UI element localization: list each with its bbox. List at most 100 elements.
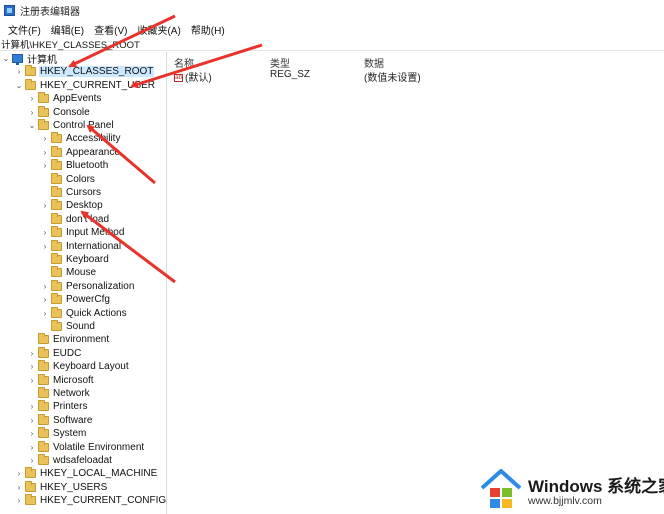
- tree-item-label: Sound: [66, 321, 95, 332]
- chevron-right-icon[interactable]: ›: [28, 414, 36, 427]
- column-header-data[interactable]: 数据: [364, 55, 384, 70]
- tree-item[interactable]: Network: [28, 387, 91, 400]
- chevron-right-icon[interactable]: ›: [28, 106, 36, 119]
- chevron-down-icon[interactable]: ⌄: [28, 119, 36, 132]
- tree-item[interactable]: › EUDC: [28, 346, 82, 360]
- tree-item[interactable]: Colors: [41, 172, 96, 186]
- folder-icon: [51, 132, 62, 144]
- tree-item-label: Control Panel: [53, 120, 114, 131]
- menu-favorites[interactable]: 收藏夹(A): [132, 22, 185, 37]
- folder-icon: [38, 373, 49, 385]
- tree-item-label: Cursors: [66, 187, 102, 198]
- chevron-right-icon[interactable]: ›: [15, 65, 23, 78]
- tree-item[interactable]: › HKEY_LOCAL_MACHINE: [15, 467, 158, 480]
- tree-item[interactable]: ⌄ Control Panel: [28, 119, 115, 132]
- chevron-right-icon[interactable]: ›: [15, 481, 23, 494]
- chevron-right-icon[interactable]: ›: [41, 146, 49, 159]
- tree-item[interactable]: › Appearance: [41, 145, 121, 159]
- window-title: 注册表编辑器: [20, 6, 80, 18]
- chevron-right-icon[interactable]: ›: [28, 454, 36, 467]
- chevron-right-icon[interactable]: ›: [28, 427, 36, 440]
- tree-item[interactable]: › HKEY_CURRENT_CONFIG: [15, 494, 166, 507]
- title-bar: 注册表编辑器: [0, 0, 664, 20]
- chevron-right-icon[interactable]: ›: [15, 467, 23, 480]
- chevron-right-icon[interactable]: ›: [41, 199, 49, 212]
- tree-item[interactable]: › Volatile Environment: [28, 440, 145, 454]
- menu-edit[interactable]: 编辑(E): [46, 22, 89, 37]
- folder-icon: [51, 279, 62, 291]
- chevron-right-icon[interactable]: ›: [15, 494, 23, 507]
- tree-item-label: PowerCfg: [66, 294, 110, 306]
- chevron-down-icon[interactable]: ⌄: [2, 52, 10, 65]
- tree-item[interactable]: › Accessibility: [41, 132, 121, 145]
- chevron-right-icon[interactable]: ›: [28, 92, 36, 105]
- tree-item[interactable]: Environment: [28, 333, 110, 346]
- tree-item[interactable]: › HKEY_CLASSES_ROOT: [15, 65, 155, 78]
- tree-item[interactable]: Keyboard: [41, 253, 110, 266]
- folder-icon: [51, 239, 62, 251]
- address-path[interactable]: 计算机\HKEY_CLASSES_ROOT: [1, 37, 140, 51]
- tree-item[interactable]: › HKEY_USERS: [15, 480, 108, 494]
- tree-item[interactable]: › Printers: [28, 400, 88, 413]
- tree-item[interactable]: › Input Method: [41, 226, 125, 239]
- folder-icon: [51, 186, 62, 197]
- chevron-right-icon[interactable]: ›: [28, 360, 36, 373]
- folder-icon: [25, 480, 36, 492]
- tree-item[interactable]: › Personalization: [41, 279, 135, 293]
- value-type: REG_SZ: [270, 69, 311, 80]
- registry-tree[interactable]: ⌄ 计算机 › HKEY_CLASSES_ROOT ⌄ HKEY_CURRENT_USER…: [0, 52, 166, 514]
- value-name-cell: ab (默认): [174, 69, 212, 84]
- tree-item[interactable]: › International: [41, 239, 122, 253]
- column-header-type[interactable]: 类型: [270, 55, 290, 70]
- tree-item[interactable]: › System: [28, 427, 87, 440]
- chevron-right-icon[interactable]: ›: [41, 240, 49, 253]
- address-bar[interactable]: 计算机\HKEY_CLASSES_ROOT: [0, 37, 664, 51]
- tree-item[interactable]: ⌄ HKEY_CURRENT_USER: [15, 78, 156, 92]
- column-header-name[interactable]: 名称: [174, 55, 194, 70]
- folder-icon: [38, 440, 49, 452]
- folder-icon: [38, 346, 49, 358]
- folder-icon: [51, 293, 62, 305]
- chevron-right-icon[interactable]: ›: [28, 347, 36, 360]
- tree-item[interactable]: › Software: [28, 413, 93, 427]
- chevron-right-icon[interactable]: ›: [41, 132, 49, 145]
- chevron-down-icon[interactable]: ⌄: [15, 79, 23, 92]
- tree-item[interactable]: ⌄ 计算机: [2, 52, 58, 66]
- folder-icon: [38, 400, 49, 412]
- tree-item[interactable]: don't load: [41, 212, 110, 226]
- tree-item[interactable]: Mouse: [41, 266, 97, 279]
- value-row[interactable]: ab (默认) REG_SZ (数值未设置): [170, 69, 664, 84]
- chevron-right-icon[interactable]: ›: [41, 159, 49, 172]
- tree-item[interactable]: › PowerCfg: [41, 293, 111, 306]
- tree-item-label: AppEvents: [53, 93, 102, 105]
- tree-item[interactable]: › Desktop: [41, 199, 104, 212]
- tree-item[interactable]: Cursors: [41, 186, 102, 199]
- tree-item[interactable]: › Microsoft: [28, 373, 95, 387]
- tree-item[interactable]: › Console: [28, 105, 91, 119]
- chevron-right-icon[interactable]: ›: [41, 307, 49, 320]
- chevron-right-icon[interactable]: ›: [28, 441, 36, 454]
- folder-icon: [51, 172, 62, 184]
- chevron-right-icon[interactable]: ›: [41, 226, 49, 239]
- chevron-right-icon[interactable]: ›: [28, 374, 36, 387]
- folder-icon: [25, 65, 36, 77]
- chevron-right-icon[interactable]: ›: [41, 293, 49, 306]
- folder-icon: [51, 320, 62, 331]
- tree-item[interactable]: › Bluetooth: [41, 159, 109, 172]
- folder-icon: [51, 306, 62, 318]
- menu-view[interactable]: 查看(V): [89, 22, 132, 37]
- tree-item[interactable]: › wdsafeloadat: [28, 454, 113, 467]
- tree-item[interactable]: Sound: [41, 320, 96, 333]
- menu-file[interactable]: 文件(F): [3, 22, 46, 37]
- chevron-right-icon[interactable]: ›: [28, 400, 36, 413]
- tree-item[interactable]: › AppEvents: [28, 92, 102, 105]
- menu-help[interactable]: 帮助(H): [186, 22, 230, 37]
- tree-item[interactable]: › Keyboard Layout: [28, 360, 130, 373]
- folder-icon: [51, 226, 62, 238]
- tree-item[interactable]: › Quick Actions: [41, 306, 128, 320]
- chevron-right-icon[interactable]: ›: [41, 280, 49, 293]
